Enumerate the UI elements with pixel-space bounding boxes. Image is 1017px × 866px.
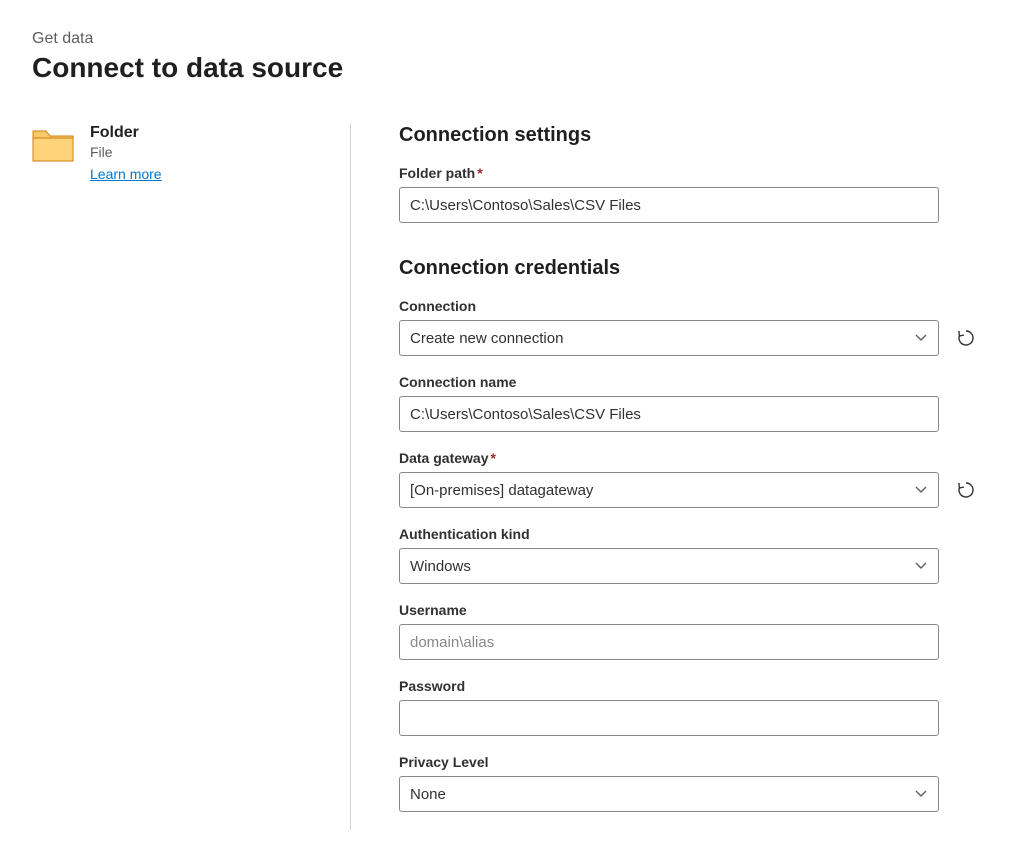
source-subtitle: File [90,144,162,160]
source-title: Folder [90,124,162,142]
folder-path-field: Folder path* [399,165,979,223]
content-area: Folder File Learn more Connection settin… [32,124,985,830]
password-input[interactable] [399,700,939,736]
data-gateway-refresh-button[interactable] [953,477,979,503]
auth-kind-select[interactable]: Windows [399,548,939,584]
folder-path-label-text: Folder path [399,165,475,181]
password-label: Password [399,678,979,694]
auth-kind-select-value: Windows [410,558,471,575]
chevron-down-icon [914,331,928,345]
connection-name-field: Connection name [399,374,979,432]
privacy-select-value: None [410,786,446,803]
privacy-field: Privacy Level None [399,754,979,812]
data-gateway-select[interactable]: [On-premises] datagateway [399,472,939,508]
refresh-icon [956,480,976,500]
password-field: Password [399,678,979,736]
source-item-folder: Folder File Learn more [32,124,330,184]
connection-select-value: Create new connection [410,330,563,347]
privacy-label: Privacy Level [399,754,979,770]
username-label: Username [399,602,979,618]
username-input[interactable] [399,624,939,660]
auth-kind-field: Authentication kind Windows [399,526,979,584]
connection-name-label: Connection name [399,374,979,390]
chevron-down-icon [914,559,928,573]
connection-credentials-header: Connection credentials [399,257,979,280]
page-title: Connect to data source [32,52,985,84]
data-gateway-select-value: [On-premises] datagateway [410,482,593,499]
refresh-icon [956,328,976,348]
connection-label: Connection [399,298,979,314]
required-mark: * [490,450,495,466]
privacy-select[interactable]: None [399,776,939,812]
connection-name-input[interactable] [399,396,939,432]
folder-path-label: Folder path* [399,165,979,181]
breadcrumb: Get data [32,30,985,48]
connection-select[interactable]: Create new connection [399,320,939,356]
data-gateway-label: Data gateway* [399,450,979,466]
folder-icon [32,128,74,162]
username-field: Username [399,602,979,660]
folder-path-input[interactable] [399,187,939,223]
chevron-down-icon [914,483,928,497]
learn-more-link[interactable]: Learn more [90,166,162,182]
connection-refresh-button[interactable] [953,325,979,351]
connection-settings-header: Connection settings [399,124,979,147]
auth-kind-label: Authentication kind [399,526,979,542]
left-panel: Folder File Learn more [32,124,350,830]
data-gateway-label-text: Data gateway [399,450,488,466]
connection-field: Connection Create new connection [399,298,979,356]
data-gateway-field: Data gateway* [On-premises] datagateway [399,450,979,508]
required-mark: * [477,165,482,181]
chevron-down-icon [914,787,928,801]
right-panel: Connection settings Folder path* Connect… [350,124,985,830]
